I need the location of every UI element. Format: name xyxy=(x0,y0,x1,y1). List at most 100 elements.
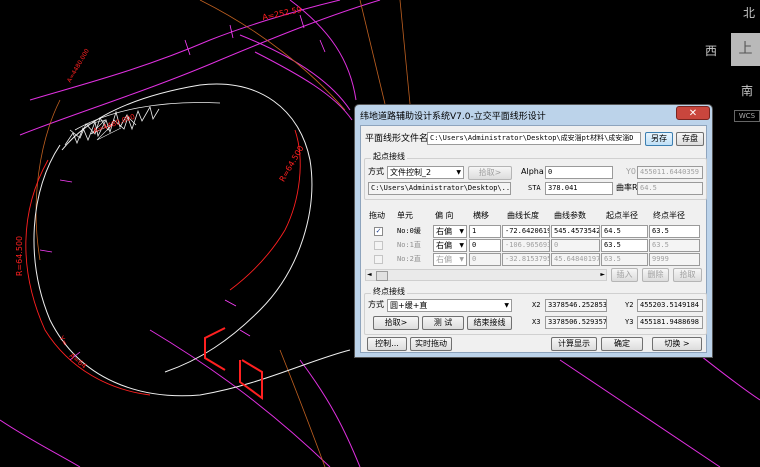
close-button[interactable]: ✕ xyxy=(676,106,710,120)
delete-button[interactable]: 删除 xyxy=(642,268,669,282)
chevron-down-icon: ▼ xyxy=(459,242,464,249)
chevron-down-icon: ▼ xyxy=(456,169,461,176)
end-line-button[interactable]: 结束接线 xyxy=(467,316,512,330)
start-path-field[interactable]: C:\Users\Administrator\Desktop\... xyxy=(368,182,511,195)
row-direction-select[interactable]: 右偏 ▼ xyxy=(433,225,467,238)
alpha-field[interactable]: 0 xyxy=(545,166,613,179)
y3-field[interactable]: 455181.9488698 xyxy=(637,316,703,329)
start-method-value: 文件控制_2 xyxy=(390,168,432,177)
x2-field[interactable]: 3378546.252853 xyxy=(545,299,607,312)
row-shift-field[interactable]: 0 xyxy=(469,239,501,252)
scroll-right-icon[interactable]: ► xyxy=(600,270,605,280)
save-button[interactable]: 存盘 xyxy=(676,132,704,146)
end-method-label: 方式 xyxy=(368,300,384,309)
alpha-label: Alpha xyxy=(521,167,544,176)
road-edge-line xyxy=(254,51,353,121)
row-direction-value: 右偏 xyxy=(436,227,452,236)
row-end-radius-field: 9999 xyxy=(649,253,700,266)
dialog-client-area: 平面线形文件名 C:\Users\Administrator\Desktop\成… xyxy=(360,125,707,353)
row-unit: No:2直 xyxy=(397,255,421,263)
insert-button[interactable]: 插入 xyxy=(611,268,638,282)
test-button[interactable]: 测 试 xyxy=(422,316,464,330)
road-edge-line xyxy=(559,359,721,467)
col-header-shift: 横移 xyxy=(473,211,489,220)
row-start-radius-field[interactable]: 64.5 xyxy=(601,225,648,238)
sta-field[interactable]: 378.041 xyxy=(545,182,613,195)
road-edge-line xyxy=(239,34,351,111)
red-curve xyxy=(25,159,151,396)
cad-label: R=64.500 xyxy=(15,235,25,277)
sta-label: STA xyxy=(528,184,541,192)
start-method-label: 方式 xyxy=(368,167,384,176)
calc-display-button[interactable]: 计算显示 xyxy=(551,337,597,351)
guide-line xyxy=(359,0,386,105)
ok-button[interactable]: 确定 xyxy=(601,337,643,351)
guide-line xyxy=(279,349,326,467)
row-direction-select[interactable]: 右偏 ▼ xyxy=(433,239,467,252)
row-unit: No:1直 xyxy=(397,241,421,249)
save-as-button[interactable]: 另存 xyxy=(645,132,673,146)
col-header-unit: 单元 xyxy=(397,211,413,220)
row-direction-value: 右偏 xyxy=(436,255,452,264)
row-param-field[interactable]: 545.4573542 xyxy=(551,225,600,238)
y0-label: Y0 xyxy=(626,167,636,176)
col-header-end-radius: 终点半径 xyxy=(653,211,685,220)
row-drag-checkbox[interactable] xyxy=(374,241,383,250)
row-end-radius-field: 63.5 xyxy=(649,239,700,252)
end-pick-button[interactable]: 拾取> xyxy=(373,316,419,330)
row-end-radius-field[interactable]: 63.5 xyxy=(649,225,700,238)
compass-west[interactable]: 西 xyxy=(705,42,717,59)
row-drag-checkbox[interactable]: ✓ xyxy=(374,227,383,236)
end-method-value: 圆+缓+直 xyxy=(390,301,428,310)
row-length-field[interactable]: -72.6420619 xyxy=(502,225,550,238)
col-header-direction: 偏 向 xyxy=(435,211,454,220)
y2-field[interactable]: 455203.5149184 xyxy=(637,299,703,312)
row-param-field: 45.64840197 xyxy=(551,253,600,266)
table-pick-button[interactable]: 拾取 xyxy=(673,268,702,282)
dialog-titlebar[interactable]: 纬地道路辅助设计系统V7.0-立交平面线形设计 ✕ xyxy=(355,105,712,125)
x3-field[interactable]: 3378506.529357 xyxy=(545,316,607,329)
chevron-down-icon: ▼ xyxy=(459,228,464,235)
curvature-label: 曲率R xyxy=(616,183,638,192)
row-length-field: -32.8153795 xyxy=(502,253,550,266)
compass-north[interactable]: 北 xyxy=(743,4,755,21)
guide-line xyxy=(399,0,411,105)
y2-label: Y2 xyxy=(625,301,634,309)
row-param-field: 0 xyxy=(551,239,600,252)
start-pick-button[interactable]: 拾取> xyxy=(468,166,512,180)
row-shift-field[interactable]: 1 xyxy=(469,225,501,238)
row-unit: No:0缓 xyxy=(397,227,421,235)
scroll-left-icon[interactable]: ◄ xyxy=(367,270,372,280)
col-header-param: 曲线参数 xyxy=(554,211,586,220)
scrollbar-thumb[interactable] xyxy=(376,271,388,281)
y3-label: Y3 xyxy=(625,318,634,326)
chevron-down-icon: ▼ xyxy=(504,302,509,309)
compass-south[interactable]: 南 xyxy=(741,82,753,99)
road-edge-line xyxy=(149,329,331,467)
wcs-menu[interactable]: WCS xyxy=(734,110,760,122)
control-button[interactable]: 控制... xyxy=(367,337,407,351)
road-edge-line xyxy=(299,359,361,467)
viewcube-top-face[interactable]: 上 xyxy=(731,33,760,66)
row-length-field: -106.965693 xyxy=(502,239,550,252)
row-drag-checkbox[interactable] xyxy=(374,255,383,264)
col-header-start-radius: 起点半径 xyxy=(606,211,638,220)
curvature-field: 64.5 xyxy=(637,182,703,195)
chevron-down-icon: ▼ xyxy=(459,256,464,263)
table-horizontal-scrollbar[interactable]: ◄ ► xyxy=(365,269,607,281)
start-group-title: 起点接线 xyxy=(371,151,407,163)
col-header-length: 曲线长度 xyxy=(507,211,539,220)
x3-label: X3 xyxy=(532,318,541,326)
row-start-radius-field[interactable]: 63.5 xyxy=(601,239,648,252)
end-method-select[interactable]: 圆+缓+直 ▼ xyxy=(387,299,512,312)
realtime-drag-button[interactable]: 实时拖动 xyxy=(410,337,452,351)
row-shift-field: 0 xyxy=(469,253,501,266)
switch-button[interactable]: 切换 > xyxy=(652,337,702,351)
start-method-select[interactable]: 文件控制_2 ▼ xyxy=(387,166,464,179)
x2-label: X2 xyxy=(532,301,541,309)
col-header-drag: 拖动 xyxy=(369,211,385,220)
road-edge-line xyxy=(0,419,81,467)
file-path-field[interactable]: C:\Users\Administrator\Desktop\成安淄pt材料\成… xyxy=(427,132,641,145)
row-direction-select[interactable]: 右偏 ▼ xyxy=(433,253,467,266)
dialog-title: 纬地道路辅助设计系统V7.0-立交平面线形设计 xyxy=(360,112,546,122)
